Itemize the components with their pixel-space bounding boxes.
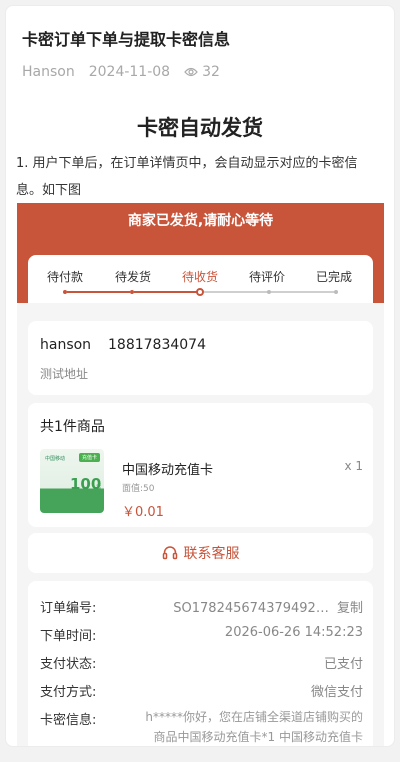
order-number-label: 订单编号: [40,601,97,616]
progress-line [134,291,198,293]
product-image[interactable]: 中国移动 充值卡 100 元 [40,449,104,513]
eye-icon [184,67,198,77]
payment-status-row: 支付状态: 已支付 [40,653,363,673]
goods-count: 共1件商品 [40,419,105,435]
payment-method-value: 微信支付 [310,685,363,700]
product-quantity: x 1 [344,459,363,473]
step-pending-payment: 待付款 [46,270,83,284]
order-number-row: 订单编号: SO178245674379492… 复制 [40,597,363,617]
order-status-title: 商家已发货,请耐心等待 [127,213,274,229]
progress-dot [130,290,134,294]
paragraph: 1. 用户下单后，在订单详情页中，会自动显示对应的卡密信息。如下图 [16,156,358,198]
step-pending-receipt: 待收货 [181,270,218,284]
product-image-unit: 元 [96,484,102,490]
progress-line [271,291,334,293]
step-pending-shipment: 待发货 [114,270,151,284]
progress-line [67,291,130,293]
contact-service-label: 联系客服 [183,546,240,562]
card-info-text: h*****你好，您在店铺全渠道店铺购买的商品中国移动充值卡*1 中国移动充值卡… [145,710,363,744]
card-info-label: 卡密信息: [40,713,97,728]
headset-icon [162,546,177,560]
step-completed: 已完成 [315,270,352,284]
recipient-phone: 18817834074 [108,337,206,353]
order-number: SO178245674379492… [173,601,329,616]
product-image-brand: 中国移动 [45,456,66,462]
order-progress-steps: 待付款 待发货 待收货 待评价 已完成 [28,255,373,303]
progress-dot [267,290,271,294]
address-text: 测试地址 [40,367,89,381]
article-meta: Hanson 2024-11-08 32 [22,64,220,80]
order-time-label: 下单时间: [40,629,97,644]
payment-method-label: 支付方式: [40,685,97,700]
product-image-tag: 充值卡 [78,453,100,462]
step-pending-review: 待评价 [248,270,285,284]
recipient-name: hanson [40,337,92,353]
progress-dot [63,290,67,294]
view-count: 32 [184,64,220,80]
product-name[interactable]: 中国移动充值卡 [122,459,213,478]
progress-line [204,291,268,293]
contact-service-button[interactable]: 联系客服 [28,533,373,573]
order-time-value: 2026-06-26 14:52:23 [224,625,363,640]
section-heading: 卡密自动发货 [137,116,263,140]
order-detail-screenshot: 商家已发货,请耐心等待 待付款 待发货 待收货 待评价 已完成 hanson 1… [17,203,384,746]
payment-status-value: 已支付 [323,657,363,672]
order-info-panel: 订单编号: SO178245674379492… 复制 下单时间: 2026-0… [28,581,373,746]
shipping-address: hanson 18817834074 测试地址 [28,321,373,395]
product-price: ￥0.01 [122,505,164,520]
payment-status-label: 支付状态: [40,657,97,672]
publish-date: 2024-11-08 [88,64,171,80]
goods-panel: 共1件商品 中国移动 充值卡 100 元 中国移动充值卡 x 1 面值:50 ￥… [28,403,373,527]
order-number-value: SO178245674379492… 复制 [173,597,363,616]
progress-dot-current [196,288,204,296]
view-count-value: 32 [202,64,220,80]
product-spec: 面值:50 [122,484,155,494]
article-title: 卡密订单下单与提取卡密信息 [22,30,231,49]
order-time-row: 下单时间: 2026-06-26 14:52:23 [40,625,363,645]
author-name[interactable]: Hanson [22,64,75,80]
copy-button[interactable]: 复制 [337,601,363,616]
article-card: 卡密订单下单与提取卡密信息 Hanson 2024-11-08 32 卡密自动发… [5,5,395,747]
payment-method-row: 支付方式: 微信支付 [40,681,363,701]
progress-dot [334,290,338,294]
